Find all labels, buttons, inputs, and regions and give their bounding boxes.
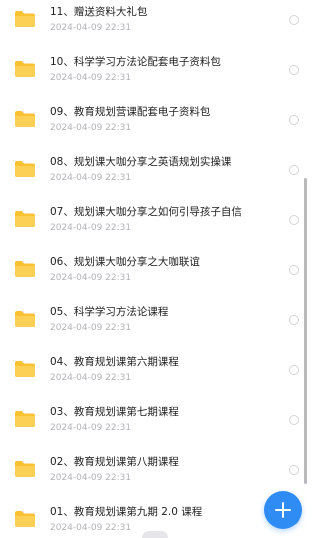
folder-name: 05、科学学习方法论课程 [50,306,169,318]
folder-name: 08、规划课大咖分享之英语规划实操课 [50,156,232,168]
bottom-handle[interactable] [142,531,168,538]
select-radio[interactable] [289,415,299,425]
folder-date: 2024-04-09 22:31 [50,373,132,383]
folder-name: 09、教育规划营课配套电子资料包 [50,106,211,118]
select-radio[interactable] [289,165,299,175]
folder-row[interactable]: 02、教育规划课第八期课程 2024-04-09 22:31 [0,450,310,500]
folder-name: 07、规划课大咖分享之如何引导孩子自信 [50,206,242,218]
select-radio[interactable] [289,465,299,475]
folder-row[interactable]: 10、科学学习方法论配套电子资料包 2024-04-09 22:31 [0,50,310,100]
folder-icon [14,160,36,178]
select-radio[interactable] [289,215,299,225]
folder-icon [14,260,36,278]
add-button[interactable] [264,491,302,529]
folder-row[interactable]: 08、规划课大咖分享之英语规划实操课 2024-04-09 22:31 [0,150,310,200]
folder-icon [14,410,36,428]
folder-name: 06、规划课大咖分享之大咖联谊 [50,256,200,268]
folder-name: 03、教育规划课第七期课程 [50,406,179,418]
folder-row[interactable]: 06、规划课大咖分享之大咖联谊 2024-04-09 22:31 [0,250,310,300]
select-radio[interactable] [289,15,299,25]
folder-icon [14,360,36,378]
vertical-scrollbar[interactable] [304,178,307,484]
select-radio[interactable] [289,65,299,75]
folder-date: 2024-04-09 22:31 [50,173,132,183]
folder-icon [14,310,36,328]
folder-date: 2024-04-09 22:31 [50,323,132,333]
folder-icon [14,110,36,128]
folder-icon [14,460,36,478]
folder-name: 01、教育规划课第九期 2.0 课程 [50,506,203,518]
folder-icon [14,60,36,78]
folder-row[interactable]: 11、赠送资料大礼包 2024-04-09 22:31 [0,0,310,50]
select-radio[interactable] [289,115,299,125]
folder-row[interactable]: 09、教育规划营课配套电子资料包 2024-04-09 22:31 [0,100,310,150]
folder-row[interactable]: 07、规划课大咖分享之如何引导孩子自信 2024-04-09 22:31 [0,200,310,250]
folder-name: 11、赠送资料大礼包 [50,6,148,18]
folder-name: 10、科学学习方法论配套电子资料包 [50,56,221,68]
select-radio[interactable] [289,265,299,275]
folder-name: 04、教育规划课第六期课程 [50,356,179,368]
folder-row[interactable]: 04、教育规划课第六期课程 2024-04-09 22:31 [0,350,310,400]
folder-date: 2024-04-09 22:31 [50,73,132,83]
folder-icon [14,10,36,28]
folder-date: 2024-04-09 22:31 [50,423,132,433]
folder-list: 11、赠送资料大礼包 2024-04-09 22:31 10、科学学习方法论配套… [0,0,310,538]
folder-name: 02、教育规划课第八期课程 [50,456,179,468]
folder-row[interactable]: 03、教育规划课第七期课程 2024-04-09 22:31 [0,400,310,450]
folder-icon [14,510,36,528]
folder-date: 2024-04-09 22:31 [50,273,132,283]
folder-date: 2024-04-09 22:31 [50,123,132,133]
folder-date: 2024-04-09 22:31 [50,473,132,483]
folder-date: 2024-04-09 22:31 [50,223,132,233]
folder-row[interactable]: 05、科学学习方法论课程 2024-04-09 22:31 [0,300,310,350]
select-radio[interactable] [289,315,299,325]
select-radio[interactable] [289,365,299,375]
folder-icon [14,210,36,228]
folder-date: 2024-04-09 22:31 [50,23,132,33]
file-browser-screen: 11、赠送资料大礼包 2024-04-09 22:31 10、科学学习方法论配套… [0,0,310,538]
